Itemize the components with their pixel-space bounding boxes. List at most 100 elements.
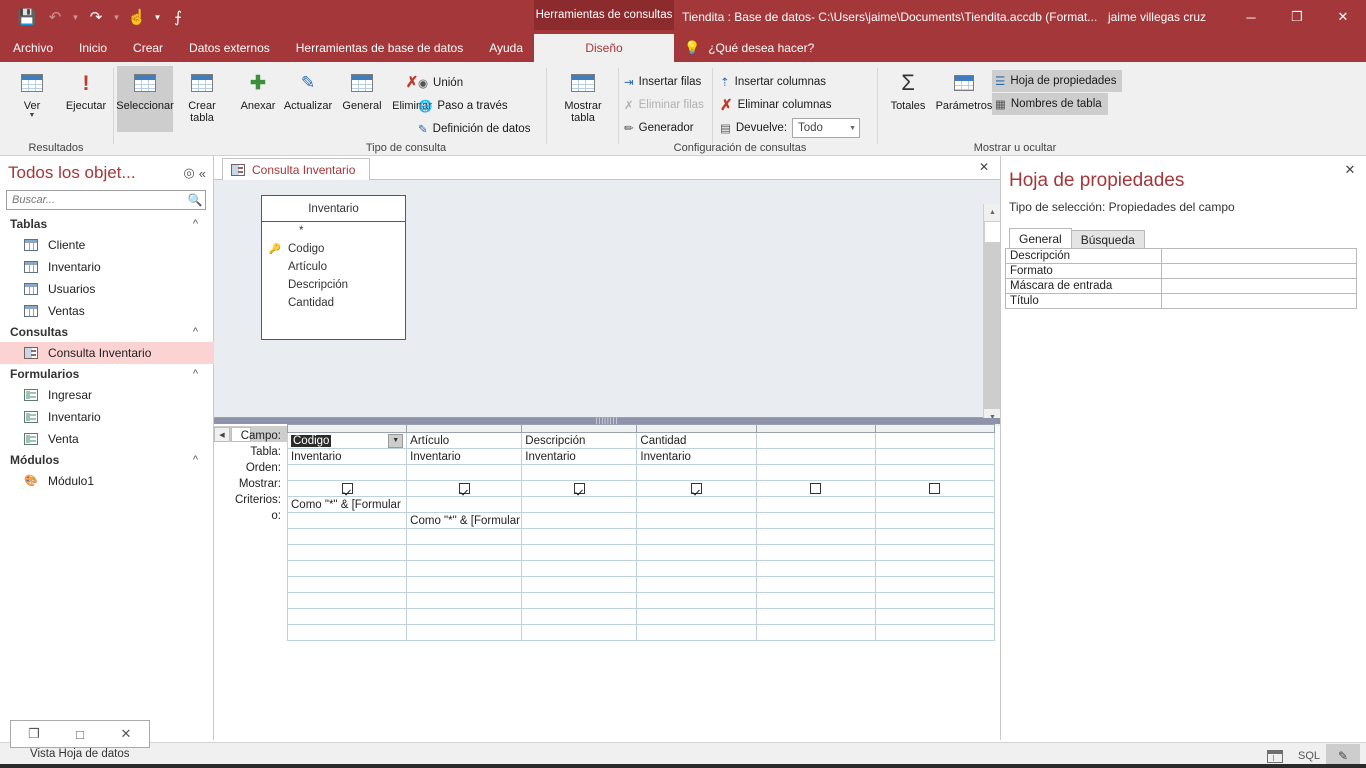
column-selector[interactable]: [286, 424, 408, 433]
chevron-up-icon[interactable]: ^: [193, 454, 198, 466]
append-query-button[interactable]: ✚ Anexar: [230, 66, 286, 132]
cell-criterios-3[interactable]: [521, 496, 638, 513]
empty-cell[interactable]: [521, 624, 638, 641]
show-checkbox[interactable]: [691, 482, 702, 494]
sidebar-item-consulta-inventario[interactable]: Consulta Inventario: [0, 342, 214, 364]
empty-cell[interactable]: [406, 624, 523, 641]
table-field-articulo[interactable]: Artículo: [262, 258, 405, 276]
table-names-toggle[interactable]: ▦ Nombres de tabla: [992, 93, 1108, 115]
query-grid-column-selectors[interactable]: [286, 424, 996, 433]
column-selector[interactable]: [636, 424, 757, 433]
touch-mode-icon[interactable]: ☝: [124, 4, 150, 30]
cell-tabla-3[interactable]: Inventario: [521, 448, 638, 465]
tab-general[interactable]: General: [1009, 228, 1072, 249]
maximize-icon[interactable]: □: [57, 721, 103, 747]
tab-crear[interactable]: Crear: [120, 34, 176, 62]
empty-cell[interactable]: [521, 576, 638, 593]
search-input[interactable]: [7, 191, 185, 209]
cell-mostrar-3[interactable]: [521, 480, 638, 497]
tab-ayuda[interactable]: Ayuda: [476, 34, 536, 62]
search-box[interactable]: 🔍: [6, 190, 206, 210]
empty-cell[interactable]: [636, 608, 757, 625]
sidebar-item-ventas[interactable]: Ventas: [0, 300, 214, 322]
vertical-scroll-track[interactable]: [984, 243, 1001, 409]
minimize-button[interactable]: ─: [1228, 0, 1274, 34]
empty-cell[interactable]: [636, 544, 757, 561]
cell-criterios-4[interactable]: [636, 496, 757, 513]
empty-cell[interactable]: [286, 608, 408, 625]
parameters-button[interactable]: Parámetros: [932, 66, 996, 132]
chevron-up-icon[interactable]: ^: [193, 218, 198, 230]
undo-dropdown-icon[interactable]: ▼: [70, 13, 81, 22]
property-value[interactable]: [1161, 293, 1357, 309]
column-selector[interactable]: [521, 424, 638, 433]
show-checkbox[interactable]: [810, 482, 822, 494]
empty-cell[interactable]: [755, 608, 876, 625]
empty-cell[interactable]: [755, 592, 876, 609]
user-account-label[interactable]: jaime villegas cruz: [1108, 0, 1206, 34]
vertical-scroll-thumb[interactable]: [984, 221, 1001, 243]
empty-cell[interactable]: [636, 560, 757, 577]
empty-cell[interactable]: [874, 608, 996, 625]
cell-criterios-2[interactable]: [406, 496, 523, 513]
cell-o-5[interactable]: [755, 512, 876, 529]
empty-cell[interactable]: [521, 608, 638, 625]
empty-cell[interactable]: [521, 560, 638, 577]
cell-campo-1[interactable]: Codigo ▼: [286, 432, 408, 449]
tab-busqueda[interactable]: Búsqueda: [1070, 230, 1145, 249]
cell-tabla-4[interactable]: Inventario: [636, 448, 757, 465]
cell-tabla-1[interactable]: Inventario: [286, 448, 408, 465]
cell-tabla-6[interactable]: [874, 448, 996, 465]
property-value[interactable]: [1161, 263, 1357, 279]
form-restore-icon[interactable]: ❐: [11, 721, 57, 747]
empty-cell[interactable]: [521, 528, 638, 545]
cell-criterios-1[interactable]: Como "*" & [Formular: [286, 496, 408, 513]
empty-cell[interactable]: [755, 624, 876, 641]
chevron-up-icon[interactable]: ^: [193, 368, 198, 380]
cell-mostrar-6[interactable]: [874, 480, 996, 497]
sidebar-item-inventario-tabla[interactable]: Inventario: [0, 256, 214, 278]
document-tab-consulta-inventario[interactable]: Consulta Inventario: [222, 158, 371, 180]
return-rows-dropdown[interactable]: Todo ▼: [792, 118, 861, 138]
cell-orden-6[interactable]: [874, 464, 996, 481]
nav-group-modulos[interactable]: Módulos ^: [0, 450, 214, 470]
cell-mostrar-5[interactable]: [755, 480, 876, 497]
query-diagram-pane[interactable]: Inventario * 🔑 Codigo Artículo Descripci…: [214, 180, 1001, 442]
empty-cell[interactable]: [406, 608, 523, 625]
table-box-inventario[interactable]: Inventario * 🔑 Codigo Artículo Descripci…: [261, 195, 406, 340]
empty-cell[interactable]: [521, 592, 638, 609]
close-button[interactable]: ✕: [1320, 0, 1366, 34]
builder-button[interactable]: ✏ Generador: [624, 117, 694, 139]
nav-group-consultas[interactable]: Consultas ^: [0, 322, 214, 342]
cell-o-3[interactable]: [521, 512, 638, 529]
union-button[interactable]: ◉ Unión: [418, 72, 463, 94]
diagram-vertical-scrollbar[interactable]: ▲ ▼: [983, 204, 1001, 426]
cell-campo-6[interactable]: [874, 432, 996, 449]
undo-icon[interactable]: ↶: [42, 4, 68, 30]
crosstab-query-button[interactable]: General: [334, 66, 390, 132]
tab-diseno[interactable]: Diseño: [534, 34, 674, 62]
cell-o-2[interactable]: Como "*" & [Formular: [406, 512, 523, 529]
restore-button[interactable]: ❐: [1274, 0, 1320, 34]
totals-button[interactable]: Σ Totales: [880, 66, 936, 132]
empty-cell[interactable]: [874, 544, 996, 561]
empty-cell[interactable]: [874, 528, 996, 545]
chevron-down-icon[interactable]: ▼: [29, 112, 36, 120]
property-sheet-close-button[interactable]: ✕: [1342, 162, 1358, 178]
empty-cell[interactable]: [406, 544, 523, 561]
cell-campo-3[interactable]: Descripción: [521, 432, 638, 449]
show-checkbox[interactable]: [929, 482, 941, 494]
empty-cell[interactable]: [406, 528, 523, 545]
cell-orden-2[interactable]: [406, 464, 523, 481]
empty-cell[interactable]: [286, 528, 408, 545]
touch-mode-dropdown-icon[interactable]: ▼: [152, 13, 163, 22]
passthrough-button[interactable]: 🌐 Paso a través: [418, 95, 508, 117]
cell-tabla-2[interactable]: Inventario: [406, 448, 523, 465]
cell-tabla-5[interactable]: [755, 448, 876, 465]
table-field-star[interactable]: *: [262, 222, 405, 240]
empty-cell[interactable]: [286, 544, 408, 561]
redo-icon[interactable]: ↷: [83, 4, 109, 30]
cell-o-4[interactable]: [636, 512, 757, 529]
empty-cell[interactable]: [874, 624, 996, 641]
empty-cell[interactable]: [755, 528, 876, 545]
